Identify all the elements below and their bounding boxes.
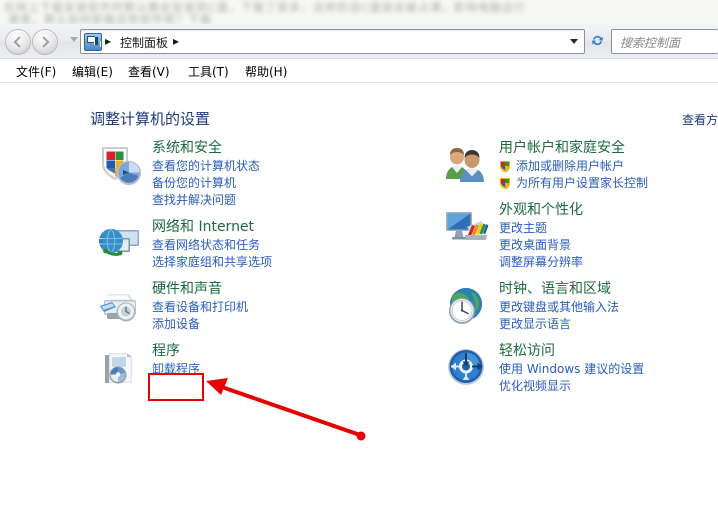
control-panel-window: ▸ 控制面板 ▸ 搜索控制面 文件(F) 编辑(E) 查看(V) 工具(T) 帮…	[0, 24, 718, 506]
link-change-display-language[interactable]: 更改显示语言	[499, 316, 718, 333]
hardware-sound-printer-icon	[96, 282, 144, 328]
link-network-status-tasks[interactable]: 查看网络状态和任务	[152, 237, 426, 254]
category-body: 轻松访问 使用 Windows 建议的设置 优化视频显示	[499, 342, 718, 395]
search-placeholder: 搜索控制面	[620, 36, 681, 50]
category-body: 程序 卸载程序	[152, 342, 426, 378]
link-homegroup-sharing[interactable]: 选择家庭组和共享选项	[152, 254, 426, 271]
programs-box-disc-icon	[96, 344, 144, 390]
menu-view[interactable]: 查看(V)	[126, 63, 172, 80]
uac-shield-icon	[500, 178, 510, 190]
category-title-hardware-sound[interactable]: 硬件和声音	[152, 280, 222, 299]
address-bar[interactable]: ▸ 控制面板 ▸	[80, 29, 585, 54]
nav-buttons-group	[5, 28, 67, 55]
category-appearance: 外观和个性化 更改主题 更改桌面背景 调整屏幕分辨率	[443, 201, 718, 271]
category-body: 系统和安全 查看您的计算机状态 备份您的计算机 查找并解决问题	[152, 139, 426, 209]
menu-tools[interactable]: 工具(T)	[186, 63, 231, 80]
forward-arrow-icon	[38, 36, 50, 48]
link-optimize-visual-display[interactable]: 优化视频显示	[499, 378, 718, 395]
link-label: 为所有用户设置家长控制	[516, 176, 649, 190]
page-title: 调整计算机的设置	[90, 110, 211, 128]
category-title-clock-language-region[interactable]: 时钟、语言和区域	[499, 280, 611, 299]
link-check-computer-status[interactable]: 查看您的计算机状态	[152, 158, 426, 175]
user-accounts-people-icon	[443, 141, 491, 187]
system-security-shield-icon	[96, 141, 144, 187]
category-column-right: 用户帐户和家庭安全 添加或删除用户帐户 为所有用户设置家长控制 外观和个性化 更…	[443, 139, 718, 404]
category-programs: 程序 卸载程序	[96, 342, 426, 390]
category-title-appearance[interactable]: 外观和个性化	[499, 201, 583, 220]
forward-button[interactable]	[32, 29, 58, 55]
category-column-left: 系统和安全 查看您的计算机状态 备份您的计算机 查找并解决问题 网络和 Inte…	[96, 139, 426, 399]
link-change-theme[interactable]: 更改主题	[499, 220, 718, 237]
category-body: 硬件和声音 查看设备和打印机 添加设备	[152, 280, 426, 333]
ease-of-access-icon	[443, 344, 491, 390]
link-use-windows-suggested-settings[interactable]: 使用 Windows 建议的设置	[499, 361, 718, 378]
category-title-ease-of-access[interactable]: 轻松访问	[499, 342, 555, 361]
category-body: 网络和 Internet 查看网络状态和任务 选择家庭组和共享选项	[152, 218, 426, 271]
category-body: 外观和个性化 更改主题 更改桌面背景 调整屏幕分辨率	[499, 201, 718, 271]
category-title-system-security[interactable]: 系统和安全	[152, 139, 222, 158]
link-find-fix-problems[interactable]: 查找并解决问题	[152, 192, 426, 209]
refresh-icon	[592, 35, 603, 46]
recent-locations-chevron-down-icon[interactable]	[70, 37, 78, 42]
link-label: 添加或删除用户帐户	[516, 159, 625, 173]
uac-shield-icon	[500, 161, 510, 173]
refresh-button[interactable]	[587, 29, 608, 52]
link-add-remove-user-accounts[interactable]: 添加或删除用户帐户	[499, 158, 718, 175]
category-body: 时钟、语言和区域 更改键盘或其他输入法 更改显示语言	[499, 280, 718, 333]
back-button[interactable]	[5, 29, 31, 55]
breadcrumb-separator-1[interactable]: ▸	[105, 34, 111, 48]
category-clock-language-region: 时钟、语言和区域 更改键盘或其他输入法 更改显示语言	[443, 280, 718, 333]
breadcrumb-control-panel[interactable]: 控制面板	[120, 34, 168, 51]
menu-help[interactable]: 帮助(H)	[243, 63, 289, 80]
address-chevron-down-icon[interactable]	[570, 39, 578, 44]
category-user-accounts: 用户帐户和家庭安全 添加或删除用户帐户 为所有用户设置家长控制	[443, 139, 718, 192]
background-article-text: 在网上下载安装软件时默认都会安装到C盘，下载了很多，这样的话C盘就会被占满，影响…	[0, 0, 718, 24]
back-arrow-icon	[13, 36, 25, 48]
link-parental-controls[interactable]: 为所有用户设置家长控制	[499, 175, 718, 192]
menu-bar: 文件(F) 编辑(E) 查看(V) 工具(T) 帮助(H)	[0, 59, 718, 83]
navigation-bar: ▸ 控制面板 ▸ 搜索控制面	[0, 24, 718, 59]
view-by-label[interactable]: 查看方	[682, 111, 718, 128]
category-system-security: 系统和安全 查看您的计算机状态 备份您的计算机 查找并解决问题	[96, 139, 426, 209]
menu-file[interactable]: 文件(F)	[14, 63, 58, 80]
link-change-desktop-background[interactable]: 更改桌面背景	[499, 237, 718, 254]
search-box[interactable]: 搜索控制面	[611, 29, 718, 54]
link-uninstall-program[interactable]: 卸载程序	[152, 361, 426, 378]
category-title-network-internet[interactable]: 网络和 Internet	[152, 218, 254, 237]
appearance-personalization-icon	[443, 203, 491, 249]
clock-language-region-icon	[443, 282, 491, 328]
control-panel-content: 调整计算机的设置 查看方 系统和安全 查看您的计算机状态 备份您的计算机 查找并…	[0, 83, 718, 506]
breadcrumb-separator-2[interactable]: ▸	[173, 34, 179, 48]
network-internet-globe-icon	[96, 220, 144, 266]
link-change-keyboard-input[interactable]: 更改键盘或其他输入法	[499, 299, 718, 316]
category-network-internet: 网络和 Internet 查看网络状态和任务 选择家庭组和共享选项	[96, 218, 426, 271]
category-title-user-accounts[interactable]: 用户帐户和家庭安全	[499, 139, 625, 158]
category-ease-of-access: 轻松访问 使用 Windows 建议的设置 优化视频显示	[443, 342, 718, 395]
link-add-device[interactable]: 添加设备	[152, 316, 426, 333]
link-backup-computer[interactable]: 备份您的计算机	[152, 175, 426, 192]
link-view-devices-printers[interactable]: 查看设备和打印机	[152, 299, 426, 316]
link-adjust-screen-resolution[interactable]: 调整屏幕分辨率	[499, 254, 718, 271]
category-title-programs[interactable]: 程序	[152, 342, 180, 361]
category-body: 用户帐户和家庭安全 添加或删除用户帐户 为所有用户设置家长控制	[499, 139, 718, 192]
menu-edit[interactable]: 编辑(E)	[70, 63, 115, 80]
background-text-line-2: 速度。那么如何卸载这些软件呢？下面	[8, 14, 212, 24]
control-panel-icon	[84, 33, 102, 51]
category-hardware-sound: 硬件和声音 查看设备和打印机 添加设备	[96, 280, 426, 333]
